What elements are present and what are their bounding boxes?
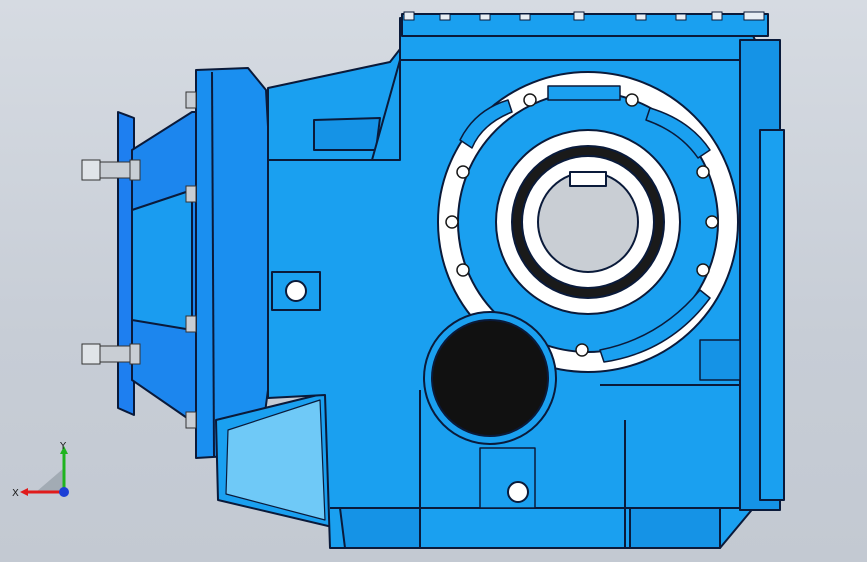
bottom-port: [507, 481, 529, 503]
motor-flange: [195, 67, 273, 459]
axis-triad: X Y: [12, 441, 69, 499]
side-port: [285, 280, 307, 302]
z-axis-dot: [59, 487, 69, 497]
gearbox-model[interactable]: [0, 0, 867, 562]
y-axis-label: Y: [59, 441, 67, 452]
x-axis-label: X: [12, 488, 19, 499]
cad-viewport[interactable]: X Y: [0, 0, 867, 562]
